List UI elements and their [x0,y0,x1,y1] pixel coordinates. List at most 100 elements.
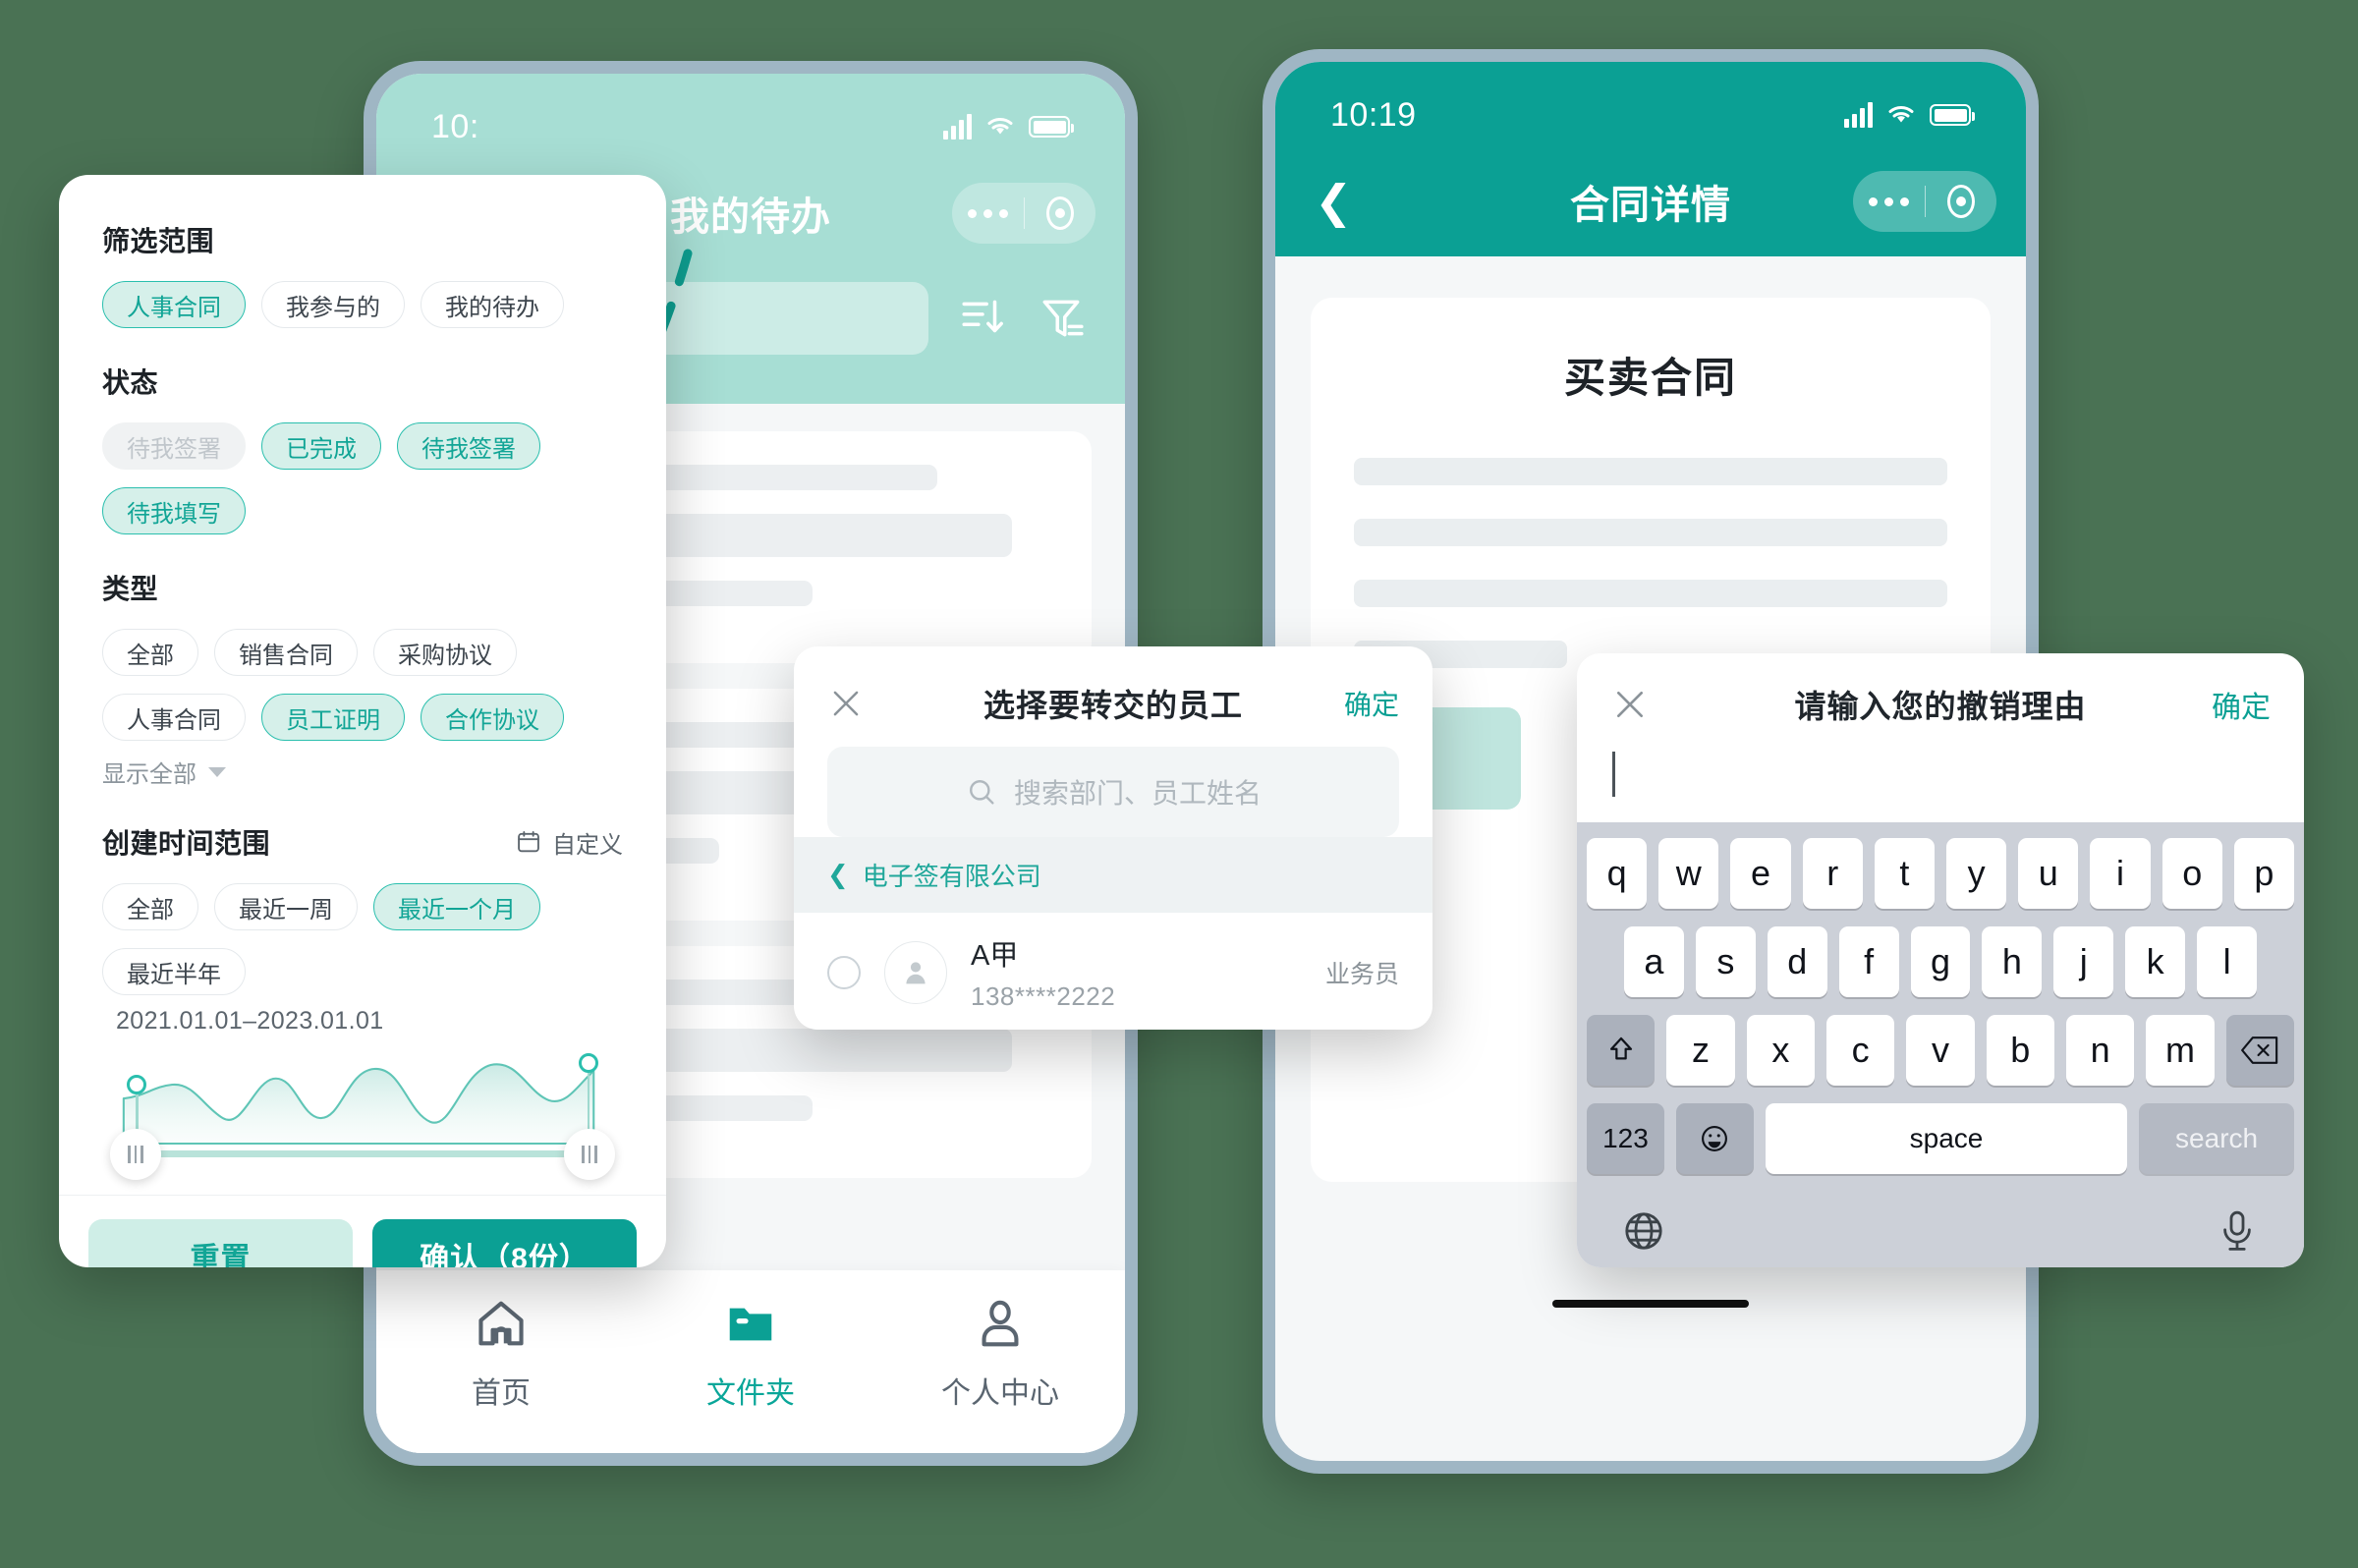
key-k[interactable]: k [2125,926,2186,997]
chip-time-1[interactable]: 最近一周 [214,883,358,930]
chip-status-2[interactable]: 待我签署 [397,422,540,470]
confirm-button[interactable]: 确定 [1344,684,1399,723]
show-all-label: 显示全部 [102,761,196,788]
filter-panel: 筛选范围 人事合同 我参与的 我的待办 状态 待我签署 已完成 待我签署 待我填… [59,175,666,1267]
chip-time-3[interactable]: 最近半年 [102,948,246,995]
chip-time-2[interactable]: 最近一个月 [373,883,540,930]
radio-unchecked-icon[interactable] [827,955,861,989]
chip-group-time: 全部 最近一周 最近一个月 最近半年 [102,883,623,995]
time-section-header: 创建时间范围 自定义 [102,822,623,862]
key-search[interactable]: search [2139,1103,2294,1174]
employee-meta: A甲 138****2222 [971,932,1302,1012]
chip-type-4[interactable]: 员工证明 [261,694,405,741]
show-all-toggle[interactable]: 显示全部 [102,755,623,789]
chip-scope-2[interactable]: 我的待办 [421,281,564,328]
slider-handle-left[interactable] [110,1129,161,1180]
key-x[interactable]: x [1746,1015,1815,1086]
chip-scope-0[interactable]: 人事合同 [102,281,246,328]
backspace-icon[interactable] [2225,1015,2294,1086]
middle-tab-bar: 首页 文件夹 个人中心 [376,1270,1125,1453]
table-row[interactable]: A甲 138****2222 业务员 [794,913,1432,1030]
key-h[interactable]: h [1982,926,2043,997]
folder-icon [729,1308,772,1341]
key-a[interactable]: a [1624,926,1684,997]
target-ring-icon[interactable] [1025,196,1096,230]
key-v[interactable]: v [1906,1015,1975,1086]
key-space[interactable]: space [1765,1103,2128,1174]
key-f[interactable]: f [1838,926,1899,997]
mini-program-capsule[interactable] [952,183,1095,244]
key-b[interactable]: b [1986,1015,2054,1086]
key-i[interactable]: i [2090,838,2151,909]
skeleton-line [1354,519,1947,546]
key-y[interactable]: y [1946,838,2007,909]
filter-funnel-icon[interactable] [1037,294,1086,343]
tab-folder[interactable]: 文件夹 [626,1296,875,1412]
battery-icon [1029,116,1074,138]
more-dots-icon[interactable] [952,208,1024,218]
slider-knob-left[interactable] [127,1075,146,1094]
key-m[interactable]: m [2146,1015,2215,1086]
key-t[interactable]: t [1874,838,1935,909]
key-r[interactable]: r [1802,838,1863,909]
slider-track[interactable] [122,1150,603,1157]
key-w[interactable]: w [1658,838,1719,909]
custom-date-button[interactable]: 自定义 [515,825,623,860]
key-l[interactable]: l [2197,926,2258,997]
chip-time-0[interactable]: 全部 [102,883,198,930]
key-u[interactable]: u [2018,838,2079,909]
confirm-button[interactable]: 确定 [2212,683,2271,726]
histogram-curve [122,1063,595,1146]
target-ring-icon[interactable] [1926,185,1997,218]
reason-textarea[interactable] [1577,726,2304,822]
key-c[interactable]: c [1826,1015,1895,1086]
key-e[interactable]: e [1730,838,1791,909]
chip-type-3[interactable]: 人事合同 [102,694,246,741]
tab-profile[interactable]: 个人中心 [875,1296,1125,1412]
shift-arrow-icon[interactable] [1587,1015,1656,1086]
sort-icon[interactable] [958,294,1007,343]
key-j[interactable]: j [2053,926,2114,997]
onscreen-keyboard: q w e r t y u i o p a s d f g h j k l z … [1577,822,2304,1267]
key-q[interactable]: q [1586,838,1648,909]
globe-icon[interactable] [1620,1207,1667,1255]
chip-type-5[interactable]: 合作协议 [421,694,564,741]
emoji-smiley-icon[interactable] [1675,1103,1754,1174]
key-g[interactable]: g [1910,926,1971,997]
date-range-slider[interactable] [110,1053,615,1185]
breadcrumb[interactable]: ❮ 电子签有限公司 [794,837,1432,913]
key-d[interactable]: d [1767,926,1827,997]
transfer-modal-header: 选择要转交的员工 确定 [794,646,1432,741]
chip-type-0[interactable]: 全部 [102,629,198,676]
key-numbers[interactable]: 123 [1587,1103,1664,1174]
tab-home[interactable]: 首页 [376,1296,626,1412]
chevron-left-icon[interactable]: ❮ [1315,179,1353,224]
chip-status-3[interactable]: 待我填写 [102,487,246,534]
key-z[interactable]: z [1666,1015,1735,1086]
status-time: 10:19 [1330,95,1417,134]
key-o[interactable]: o [2162,838,2222,909]
slider-knob-right[interactable] [579,1053,598,1073]
confirm-button[interactable]: 确认（8份） [372,1219,637,1267]
keyboard-row-3: z x c v b n m [1587,1015,2294,1086]
custom-date-label: 自定义 [552,831,623,859]
more-dots-icon[interactable] [1853,196,1925,206]
slider-handle-right[interactable] [564,1129,615,1180]
key-s[interactable]: s [1695,926,1756,997]
chip-scope-1[interactable]: 我参与的 [261,281,405,328]
microphone-icon[interactable] [2214,1207,2261,1255]
chip-type-2[interactable]: 采购协议 [373,629,517,676]
chip-type-1[interactable]: 销售合同 [214,629,358,676]
breadcrumb-label: 电子签有限公司 [862,862,1041,891]
chip-group-status: 待我签署 已完成 待我签署 待我填写 [102,422,623,534]
key-p[interactable]: p [2233,838,2295,909]
section-title-type: 类型 [102,574,159,604]
employee-search-input[interactable]: 搜索部门、员工姓名 [827,747,1399,837]
chip-group-scope: 人事合同 我参与的 我的待办 [102,281,623,328]
mini-program-capsule[interactable] [1853,171,1996,232]
chip-status-1[interactable]: 已完成 [261,422,381,470]
skeleton-line [1354,458,1947,485]
chevron-left-icon[interactable]: ❮ [827,860,849,890]
reset-button[interactable]: 重置 [88,1219,353,1267]
key-n[interactable]: n [2065,1015,2135,1086]
